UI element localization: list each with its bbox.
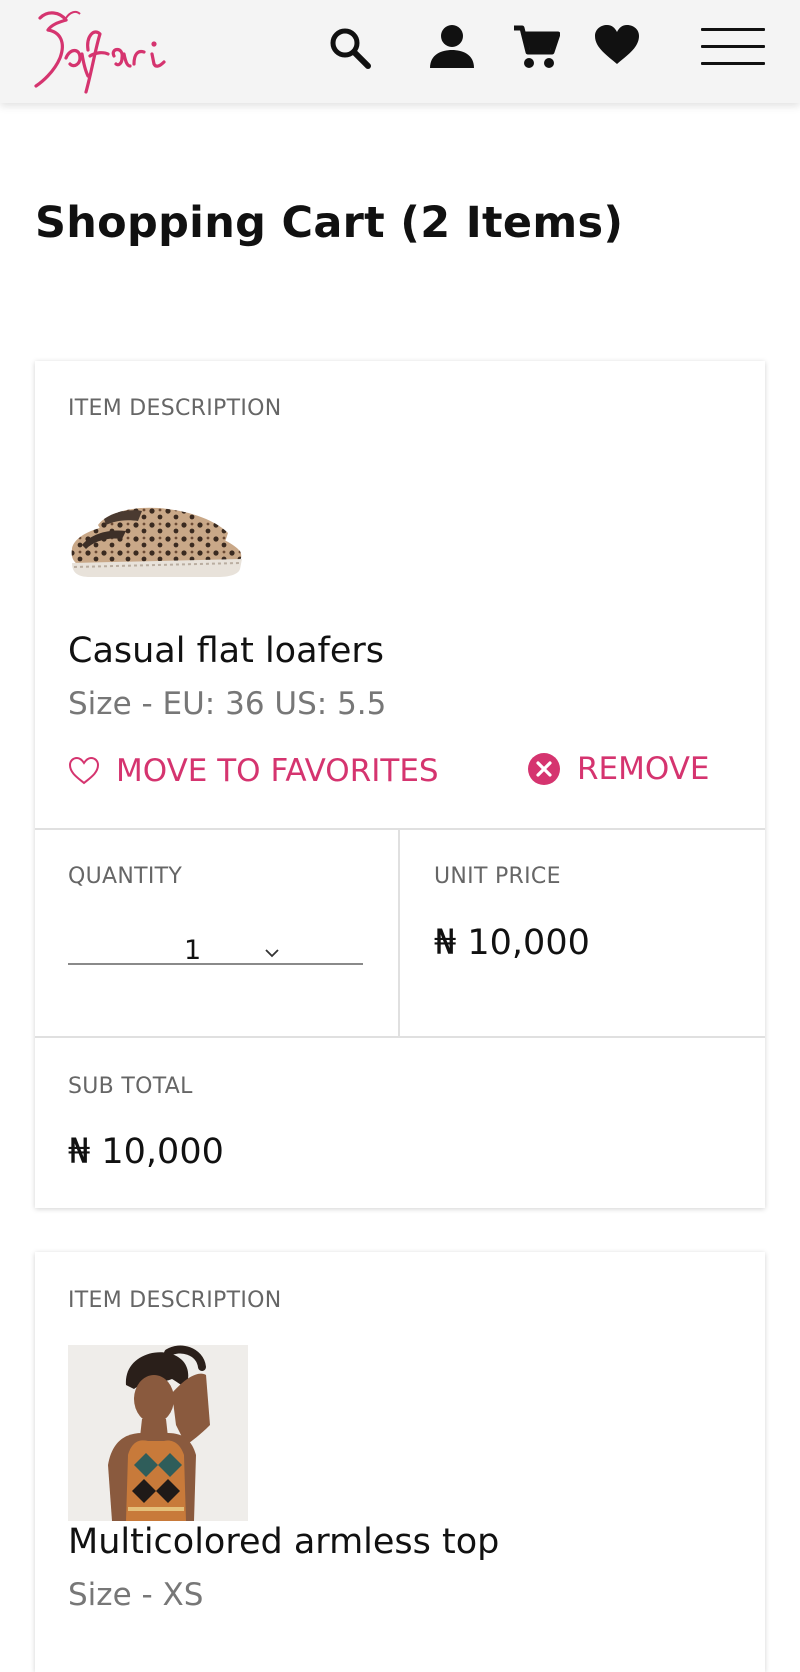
cart-item: ITEM DESCRIPTION Casual flat loafers Siz… bbox=[35, 361, 765, 1208]
divider bbox=[35, 1036, 765, 1038]
remove-button[interactable]: REMOVE bbox=[527, 751, 710, 787]
product-image[interactable] bbox=[68, 1345, 248, 1525]
search-icon[interactable] bbox=[328, 26, 372, 70]
menu-icon[interactable] bbox=[701, 28, 765, 66]
remove-label: REMOVE bbox=[577, 751, 710, 787]
product-size: Size - EU: 36 US: 5.5 bbox=[68, 686, 387, 722]
product-name[interactable]: Casual flat loafers bbox=[68, 631, 384, 671]
unit-price-label: UNIT PRICE bbox=[434, 864, 561, 889]
divider bbox=[35, 828, 765, 830]
user-icon[interactable] bbox=[428, 24, 476, 70]
safari-logo[interactable] bbox=[30, 6, 180, 94]
item-description-label: ITEM DESCRIPTION bbox=[68, 1288, 282, 1313]
subtotal-value: ₦ 10,000 bbox=[68, 1132, 224, 1172]
quantity-value: 1 bbox=[184, 935, 202, 966]
product-name[interactable]: Multicolored armless top bbox=[68, 1522, 499, 1562]
move-to-favorites-label: MOVE TO FAVORITES bbox=[116, 753, 439, 789]
quantity-select[interactable]: 1 bbox=[68, 893, 363, 966]
divider bbox=[398, 828, 400, 1037]
unit-price-value: ₦ 10,000 bbox=[434, 923, 590, 963]
product-image[interactable] bbox=[68, 493, 248, 597]
quantity-label: QUANTITY bbox=[68, 864, 183, 889]
subtotal-label: SUB TOTAL bbox=[68, 1074, 193, 1099]
heart-icon[interactable] bbox=[594, 24, 640, 66]
cart-item: ITEM DESCRIPTION Multicolored armless to… bbox=[35, 1252, 765, 1672]
move-to-favorites-button[interactable]: MOVE TO FAVORITES bbox=[68, 753, 439, 789]
heart-outline-icon bbox=[68, 756, 100, 785]
item-description-label: ITEM DESCRIPTION bbox=[68, 396, 282, 421]
page-title: Shopping Cart (2 Items) bbox=[35, 198, 624, 248]
product-size: Size - XS bbox=[68, 1577, 204, 1613]
chevron-down-icon bbox=[264, 943, 280, 962]
close-circle-icon bbox=[528, 753, 560, 785]
cart-icon[interactable] bbox=[512, 24, 560, 70]
site-header bbox=[0, 0, 800, 103]
